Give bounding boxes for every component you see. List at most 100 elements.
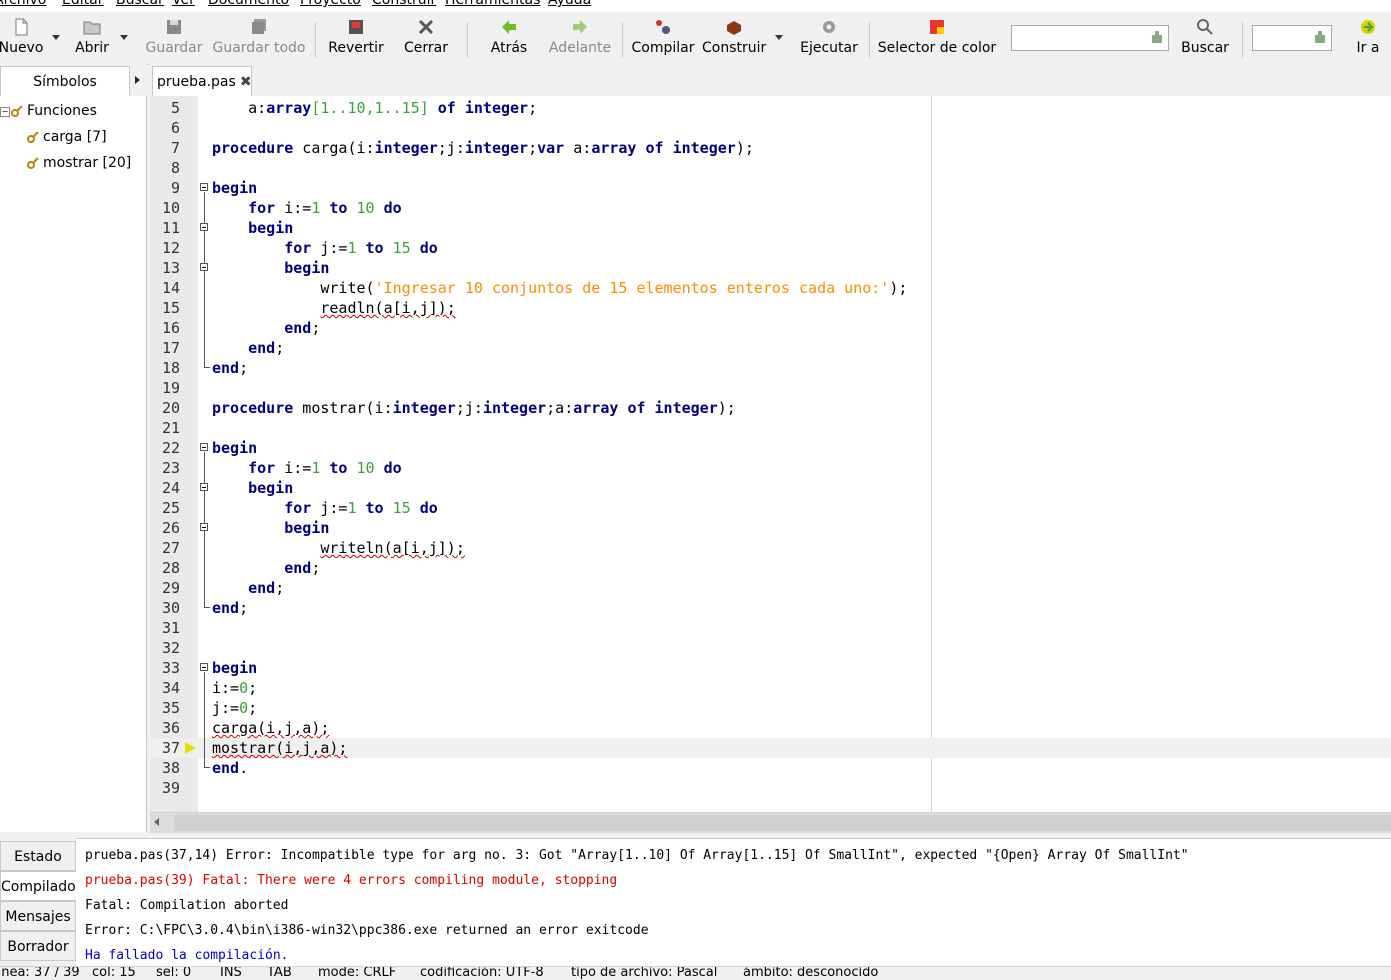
tree-item-carga[interactable]: carga [7]	[26, 127, 107, 147]
code-line[interactable]: 23 for i:=1 to 10 do	[150, 458, 1391, 478]
code-line[interactable]: 30 end;	[150, 598, 1391, 618]
fold-toggle-icon[interactable]	[200, 263, 208, 271]
fold-toggle-icon[interactable]	[200, 223, 208, 231]
code-line[interactable]: 9 begin	[150, 178, 1391, 198]
menu-ver[interactable]: Ver	[172, 0, 195, 8]
code-line[interactable]: 7 procedure carga(i:integer;j:integer;var…	[150, 138, 1391, 158]
tab-scroll-arrow-icon[interactable]	[135, 76, 140, 84]
code-line[interactable]: 32	[150, 638, 1391, 658]
menu-construir[interactable]: Construir	[372, 0, 436, 8]
code-line[interactable]: 33 begin	[150, 658, 1391, 678]
menu-proyecto[interactable]: Proyecto	[300, 0, 361, 8]
tab-prueba-pas[interactable]: prueba.pas ✖	[152, 66, 252, 96]
code-line[interactable]: 18 end;	[150, 358, 1391, 378]
code-line[interactable]: 38 end.	[150, 758, 1391, 778]
goto-line-input[interactable]	[1252, 25, 1332, 51]
code-line[interactable]: 34 i:=0;	[150, 678, 1391, 698]
fold-toggle-icon[interactable]	[200, 183, 208, 191]
menu-herramientas[interactable]: Herramientas	[445, 0, 540, 8]
code-line[interactable]: 22 begin	[150, 438, 1391, 458]
color-picker-button[interactable]: Selector de color	[876, 12, 998, 64]
save-button[interactable]: Guardar	[142, 12, 206, 64]
code-line[interactable]: 12 for j:=1 to 15 do	[150, 238, 1391, 258]
code-line[interactable]: 13 begin	[150, 258, 1391, 278]
run-button[interactable]: Ejecutar	[798, 12, 860, 64]
code-line[interactable]: 28 end;	[150, 558, 1391, 578]
compiler-message[interactable]: Fatal: Compilation aborted	[85, 897, 289, 915]
compiler-output[interactable]: prueba.pas(37,14) Error: Incompatible ty…	[76, 838, 1391, 967]
horizontal-scrollbar[interactable]	[150, 812, 1391, 833]
goto-button[interactable]: Ir a	[1348, 12, 1388, 64]
scroll-left-icon[interactable]	[154, 818, 159, 826]
tree-group-functions[interactable]: Funciones	[10, 101, 97, 121]
line-number: 24	[161, 479, 180, 497]
code-line[interactable]: 39	[150, 778, 1391, 798]
revert-button[interactable]: Revertir	[324, 12, 388, 64]
code-line[interactable]: 27 writeln(a[i,j]);	[150, 538, 1391, 558]
clear-search-icon[interactable]	[1150, 30, 1164, 44]
close-button[interactable]: Cerrar	[398, 12, 454, 64]
compiler-message[interactable]: Ha fallado la compilación.	[85, 947, 289, 965]
code-line[interactable]: 21	[150, 418, 1391, 438]
open-button[interactable]: Abrir	[66, 12, 118, 64]
color-picker-icon	[927, 17, 947, 37]
fold-toggle-icon[interactable]	[200, 443, 208, 451]
menu-ayuda[interactable]: Ayuda	[548, 0, 591, 8]
new-button[interactable]: Nuevo	[0, 12, 46, 64]
code-line[interactable]: 10 for i:=1 to 10 do	[150, 198, 1391, 218]
forward-button[interactable]: Adelante	[544, 12, 616, 64]
code-line[interactable]: 14 write('Ingresar 10 conjuntos de 15 el…	[150, 278, 1391, 298]
scrollbar-track[interactable]	[174, 815, 1391, 831]
tab-estado[interactable]: Estado	[0, 841, 76, 871]
compiler-message[interactable]: prueba.pas(39) Fatal: There were 4 error…	[85, 872, 617, 890]
code-line[interactable]: 29 end;	[150, 578, 1391, 598]
code-line[interactable]: 17 end;	[150, 338, 1391, 358]
code-line[interactable]: 16 end;	[150, 318, 1391, 338]
find-button[interactable]: Buscar	[1178, 12, 1232, 64]
code-line[interactable]: 31	[150, 618, 1391, 638]
keyword-token: integer	[374, 139, 438, 157]
open-dropdown-arrow[interactable]	[120, 35, 128, 40]
tab-compilador[interactable]: Compilador	[0, 871, 76, 901]
code-line[interactable]: 26 begin	[150, 518, 1391, 538]
code-line[interactable]: 36 carga(i,j,a);	[150, 718, 1391, 738]
keyword-token: array	[591, 139, 637, 157]
code-line[interactable]: 15 readln(a[i,j]);	[150, 298, 1391, 318]
fold-toggle-icon[interactable]	[200, 523, 208, 531]
fold-toggle-icon[interactable]	[200, 483, 208, 491]
code-line[interactable]: 19	[150, 378, 1391, 398]
code-line[interactable]: 5 a:array[1..10,1..15] of integer;	[150, 98, 1391, 118]
code-line[interactable]: 6	[150, 118, 1391, 138]
code-editor[interactable]: 5 a:array[1..10,1..15] of integer; 6 7 proc…	[150, 96, 1391, 812]
compile-button[interactable]: Compilar	[630, 12, 696, 64]
code-line[interactable]: 8	[150, 158, 1391, 178]
menu-documento[interactable]: Documento	[208, 0, 289, 8]
sidebar-tabs: Símbolos	[0, 64, 146, 97]
save-all-button[interactable]: Guardar todo	[211, 12, 307, 64]
new-dropdown-arrow[interactable]	[52, 35, 60, 40]
close-tab-icon[interactable]: ✖	[240, 74, 252, 90]
clear-goto-icon[interactable]	[1313, 30, 1327, 44]
search-input[interactable]	[1011, 25, 1169, 51]
code-line[interactable]: 37 mostrar(i,j,a);	[150, 738, 1391, 758]
back-button[interactable]: Atrás	[484, 12, 534, 64]
tab-symbols[interactable]: Símbolos	[0, 66, 130, 97]
code-line[interactable]: 35 j:=0;	[150, 698, 1391, 718]
tree-item-mostrar[interactable]: mostrar [20]	[26, 153, 131, 173]
code-line[interactable]: 11 begin	[150, 218, 1391, 238]
code-line[interactable]: 25 for j:=1 to 15 do	[150, 498, 1391, 518]
fold-end	[204, 607, 210, 608]
tab-mensajes[interactable]: Mensajes	[0, 901, 76, 931]
build-button[interactable]: Construir	[702, 12, 766, 64]
menu-buscar[interactable]: Buscar	[116, 0, 164, 8]
menu-archivo[interactable]: Archivo	[0, 0, 46, 8]
tab-borrador[interactable]: Borrador	[0, 931, 76, 961]
compiler-message[interactable]: prueba.pas(37,14) Error: Incompatible ty…	[85, 847, 1189, 865]
code-line[interactable]: 24 begin	[150, 478, 1391, 498]
build-dropdown-arrow[interactable]	[775, 35, 783, 40]
compiler-message[interactable]: Error: C:\FPC\3.0.4\bin\i386-win32\ppc38…	[85, 922, 649, 940]
tree-collapse-icon[interactable]: −	[0, 107, 10, 117]
menu-editar[interactable]: Editar	[62, 0, 103, 8]
code-line[interactable]: 20 procedure mostrar(i:integer;j:integer;…	[150, 398, 1391, 418]
fold-toggle-icon[interactable]	[200, 663, 208, 671]
